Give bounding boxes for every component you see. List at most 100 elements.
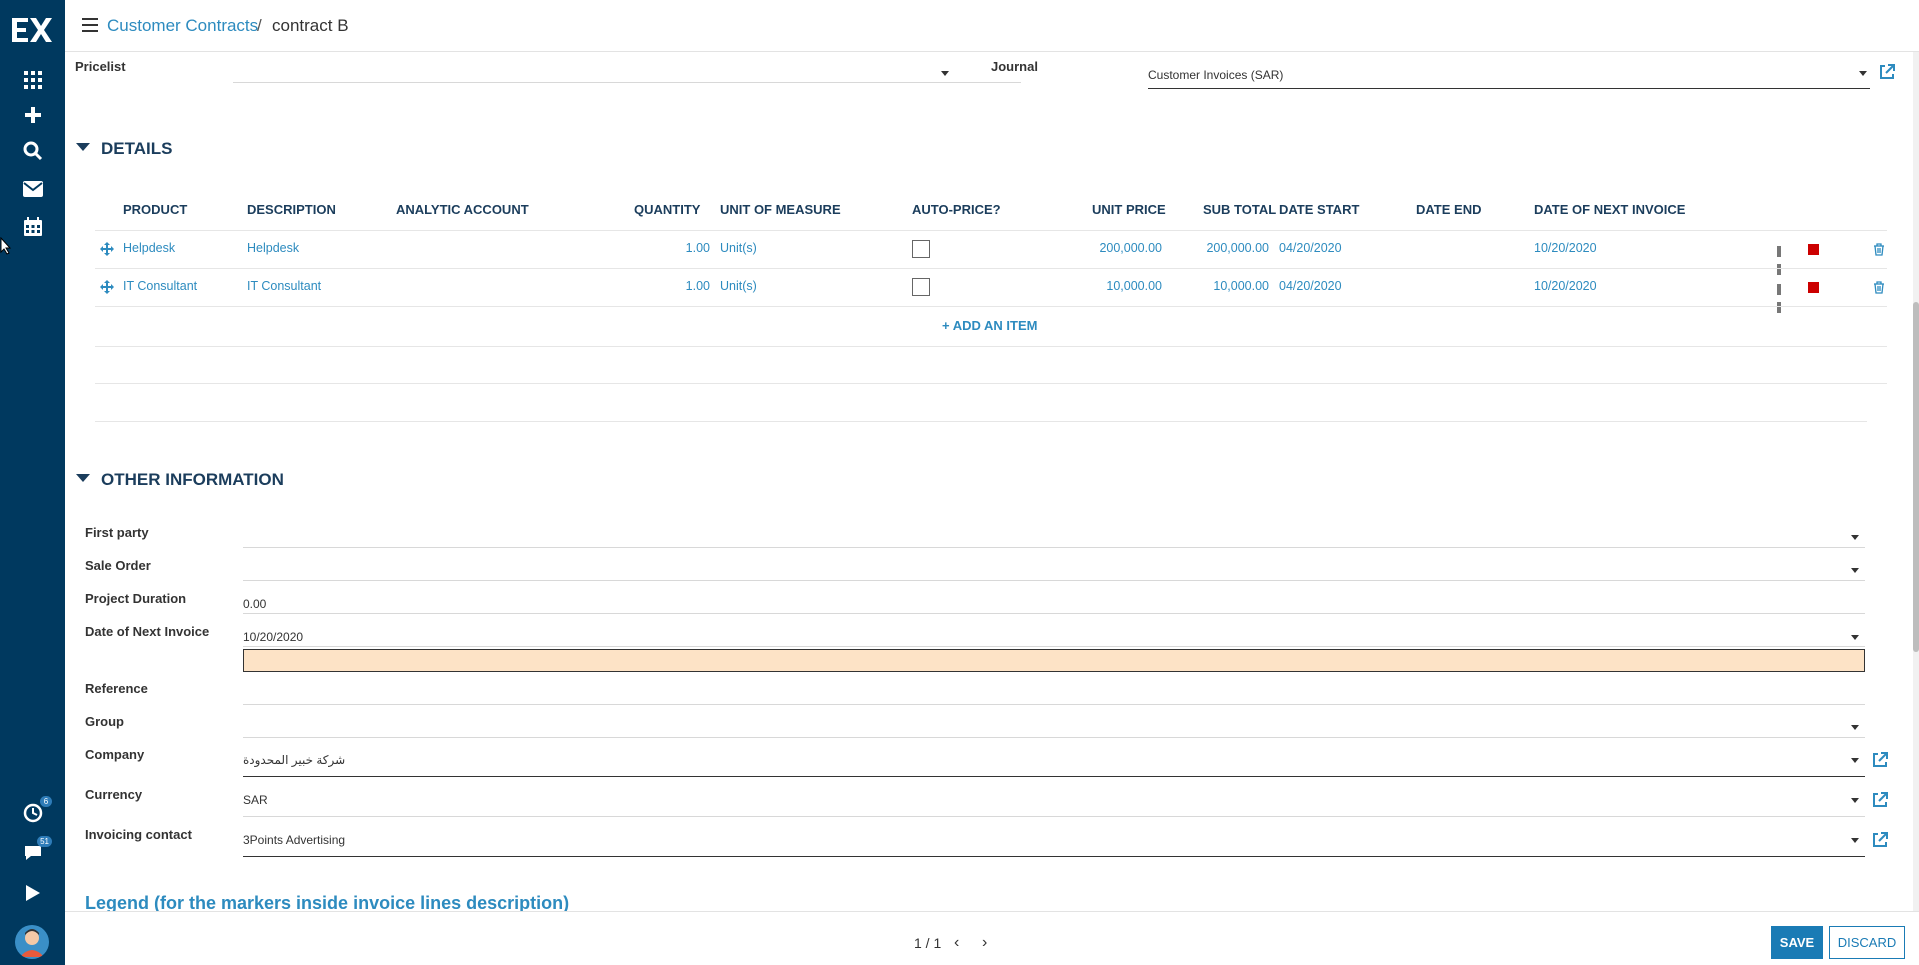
col-date-next-invoice[interactable]: DATE OF NEXT INVOICE (1534, 202, 1685, 217)
activity-badge: 6 (40, 796, 52, 807)
col-quantity[interactable]: QUANTITY (634, 202, 700, 217)
journal-value: Customer Invoices (SAR) (1148, 68, 1284, 82)
company-field[interactable] (243, 776, 1865, 777)
col-date-end[interactable]: DATE END (1416, 202, 1481, 217)
avatar[interactable] (15, 925, 49, 959)
row-quantity[interactable]: 1.00 (685, 241, 710, 255)
row-product[interactable]: IT Consultant (123, 279, 197, 293)
col-date-start[interactable]: DATE START (1279, 202, 1359, 217)
move-icon[interactable] (100, 280, 114, 294)
pause-icon[interactable] (1777, 244, 1787, 275)
row-divider (95, 306, 1887, 307)
journal-dropdown-icon[interactable] (1859, 71, 1867, 76)
col-description[interactable]: DESCRIPTION (247, 202, 336, 217)
mail-icon[interactable] (20, 176, 46, 202)
row-date-start[interactable]: 04/20/2020 (1279, 241, 1342, 255)
pause-icon[interactable] (1777, 282, 1787, 313)
discard-button[interactable]: DISCARD (1829, 926, 1905, 959)
app-logo[interactable] (10, 14, 55, 46)
col-analytic-account[interactable]: ANALYTIC ACCOUNT (396, 202, 529, 217)
sale-order-dropdown-icon[interactable] (1851, 568, 1859, 573)
row-product[interactable]: Helpdesk (123, 241, 175, 255)
row-sub-total: 10,000.00 (1213, 279, 1269, 293)
trash-icon[interactable] (1873, 281, 1885, 294)
reference-field[interactable] (243, 704, 1865, 705)
row-uom[interactable]: Unit(s) (720, 279, 757, 293)
row-sub-total: 200,000.00 (1206, 241, 1269, 255)
table-header-divider (95, 230, 1887, 231)
pager-prev-icon[interactable]: ‹ (954, 934, 959, 952)
scroll-thumb[interactable] (1913, 302, 1919, 652)
project-duration-field[interactable] (243, 613, 1865, 614)
invoicing-contact-dropdown-icon[interactable] (1851, 838, 1859, 843)
group-dropdown-icon[interactable] (1851, 725, 1859, 730)
row-quantity[interactable]: 1.00 (685, 279, 710, 293)
row-next-invoice[interactable]: 10/20/2020 (1534, 241, 1597, 255)
pricelist-dropdown-icon[interactable] (941, 71, 949, 76)
activity-icon[interactable]: 6 (20, 796, 52, 826)
breadcrumb-parent[interactable]: Customer Contracts (107, 16, 258, 36)
pricelist-field[interactable] (233, 82, 1021, 83)
other-info-collapse-icon[interactable] (76, 474, 90, 482)
messages-badge: 51 (37, 836, 52, 847)
top-bar: Customer Contracts / contract B (65, 0, 1919, 52)
row-date-start[interactable]: 04/20/2020 (1279, 279, 1342, 293)
stop-icon[interactable] (1808, 282, 1819, 293)
auto-price-checkbox[interactable] (912, 240, 930, 258)
project-duration-value: 0.00 (243, 597, 267, 611)
move-icon[interactable] (100, 242, 114, 256)
row-description[interactable]: Helpdesk (247, 241, 299, 255)
col-unit-price[interactable]: UNIT PRICE (1092, 202, 1166, 217)
calendar-icon[interactable] (20, 214, 46, 240)
currency-dropdown-icon[interactable] (1851, 798, 1859, 803)
journal-field[interactable] (1148, 88, 1870, 89)
invoicing-contact-value: 3Points Advertising (243, 833, 346, 847)
journal-external-link-icon[interactable] (1878, 63, 1896, 81)
play-icon[interactable] (20, 880, 46, 906)
row-unit-price[interactable]: 10,000.00 (1065, 279, 1162, 293)
invoicing-contact-external-link-icon[interactable] (1871, 831, 1889, 849)
invoicing-contact-label: Invoicing contact (85, 827, 192, 842)
first-party-dropdown-icon[interactable] (1851, 535, 1859, 540)
row-uom[interactable]: Unit(s) (720, 241, 757, 255)
details-collapse-icon[interactable] (76, 143, 90, 151)
auto-price-checkbox[interactable] (912, 278, 930, 296)
group-label: Group (85, 714, 124, 729)
invoicing-contact-field[interactable] (243, 856, 1865, 857)
next-invoice-date-value: 10/20/2020 (243, 630, 304, 644)
row-divider (95, 421, 1867, 422)
currency-label: Currency (85, 787, 143, 802)
next-invoice-date-dropdown-icon[interactable] (1851, 635, 1859, 640)
trash-icon[interactable] (1873, 243, 1885, 256)
row-description[interactable]: IT Consultant (247, 279, 321, 293)
highlighted-input[interactable] (243, 649, 1865, 672)
company-label: Company (85, 747, 145, 762)
sale-order-label: Sale Order (85, 558, 151, 573)
row-next-invoice[interactable]: 10/20/2020 (1534, 279, 1597, 293)
sale-order-field[interactable] (243, 580, 1865, 581)
currency-external-link-icon[interactable] (1871, 791, 1889, 809)
pager-next-icon[interactable]: › (982, 934, 987, 952)
company-dropdown-icon[interactable] (1851, 758, 1859, 763)
col-unit-of-measure[interactable]: UNIT OF MEASURE (720, 202, 841, 217)
menu-icon[interactable] (82, 18, 98, 32)
currency-field[interactable] (243, 816, 1865, 817)
row-unit-price[interactable]: 200,000.00 (1065, 241, 1162, 255)
scrollbar[interactable] (1913, 52, 1919, 911)
apps-icon[interactable] (20, 67, 46, 93)
add-item-button[interactable]: + ADD AN ITEM (942, 318, 1037, 333)
search-icon[interactable] (20, 138, 46, 164)
plus-icon[interactable] (20, 102, 46, 128)
save-button[interactable]: SAVE (1771, 926, 1823, 959)
group-field[interactable] (243, 737, 1865, 738)
col-sub-total[interactable]: SUB TOTAL (1203, 202, 1276, 217)
col-auto-price[interactable]: AUTO-PRICE? (912, 202, 1001, 217)
stop-icon[interactable] (1808, 244, 1819, 255)
company-external-link-icon[interactable] (1871, 751, 1889, 769)
first-party-field[interactable] (243, 547, 1865, 548)
chat-icon[interactable]: 51 (20, 836, 52, 866)
col-product[interactable]: PRODUCT (123, 202, 187, 217)
next-invoice-date-field[interactable] (243, 646, 1865, 647)
details-title: DETAILS (101, 139, 173, 158)
pricelist-label: Pricelist (75, 59, 126, 74)
